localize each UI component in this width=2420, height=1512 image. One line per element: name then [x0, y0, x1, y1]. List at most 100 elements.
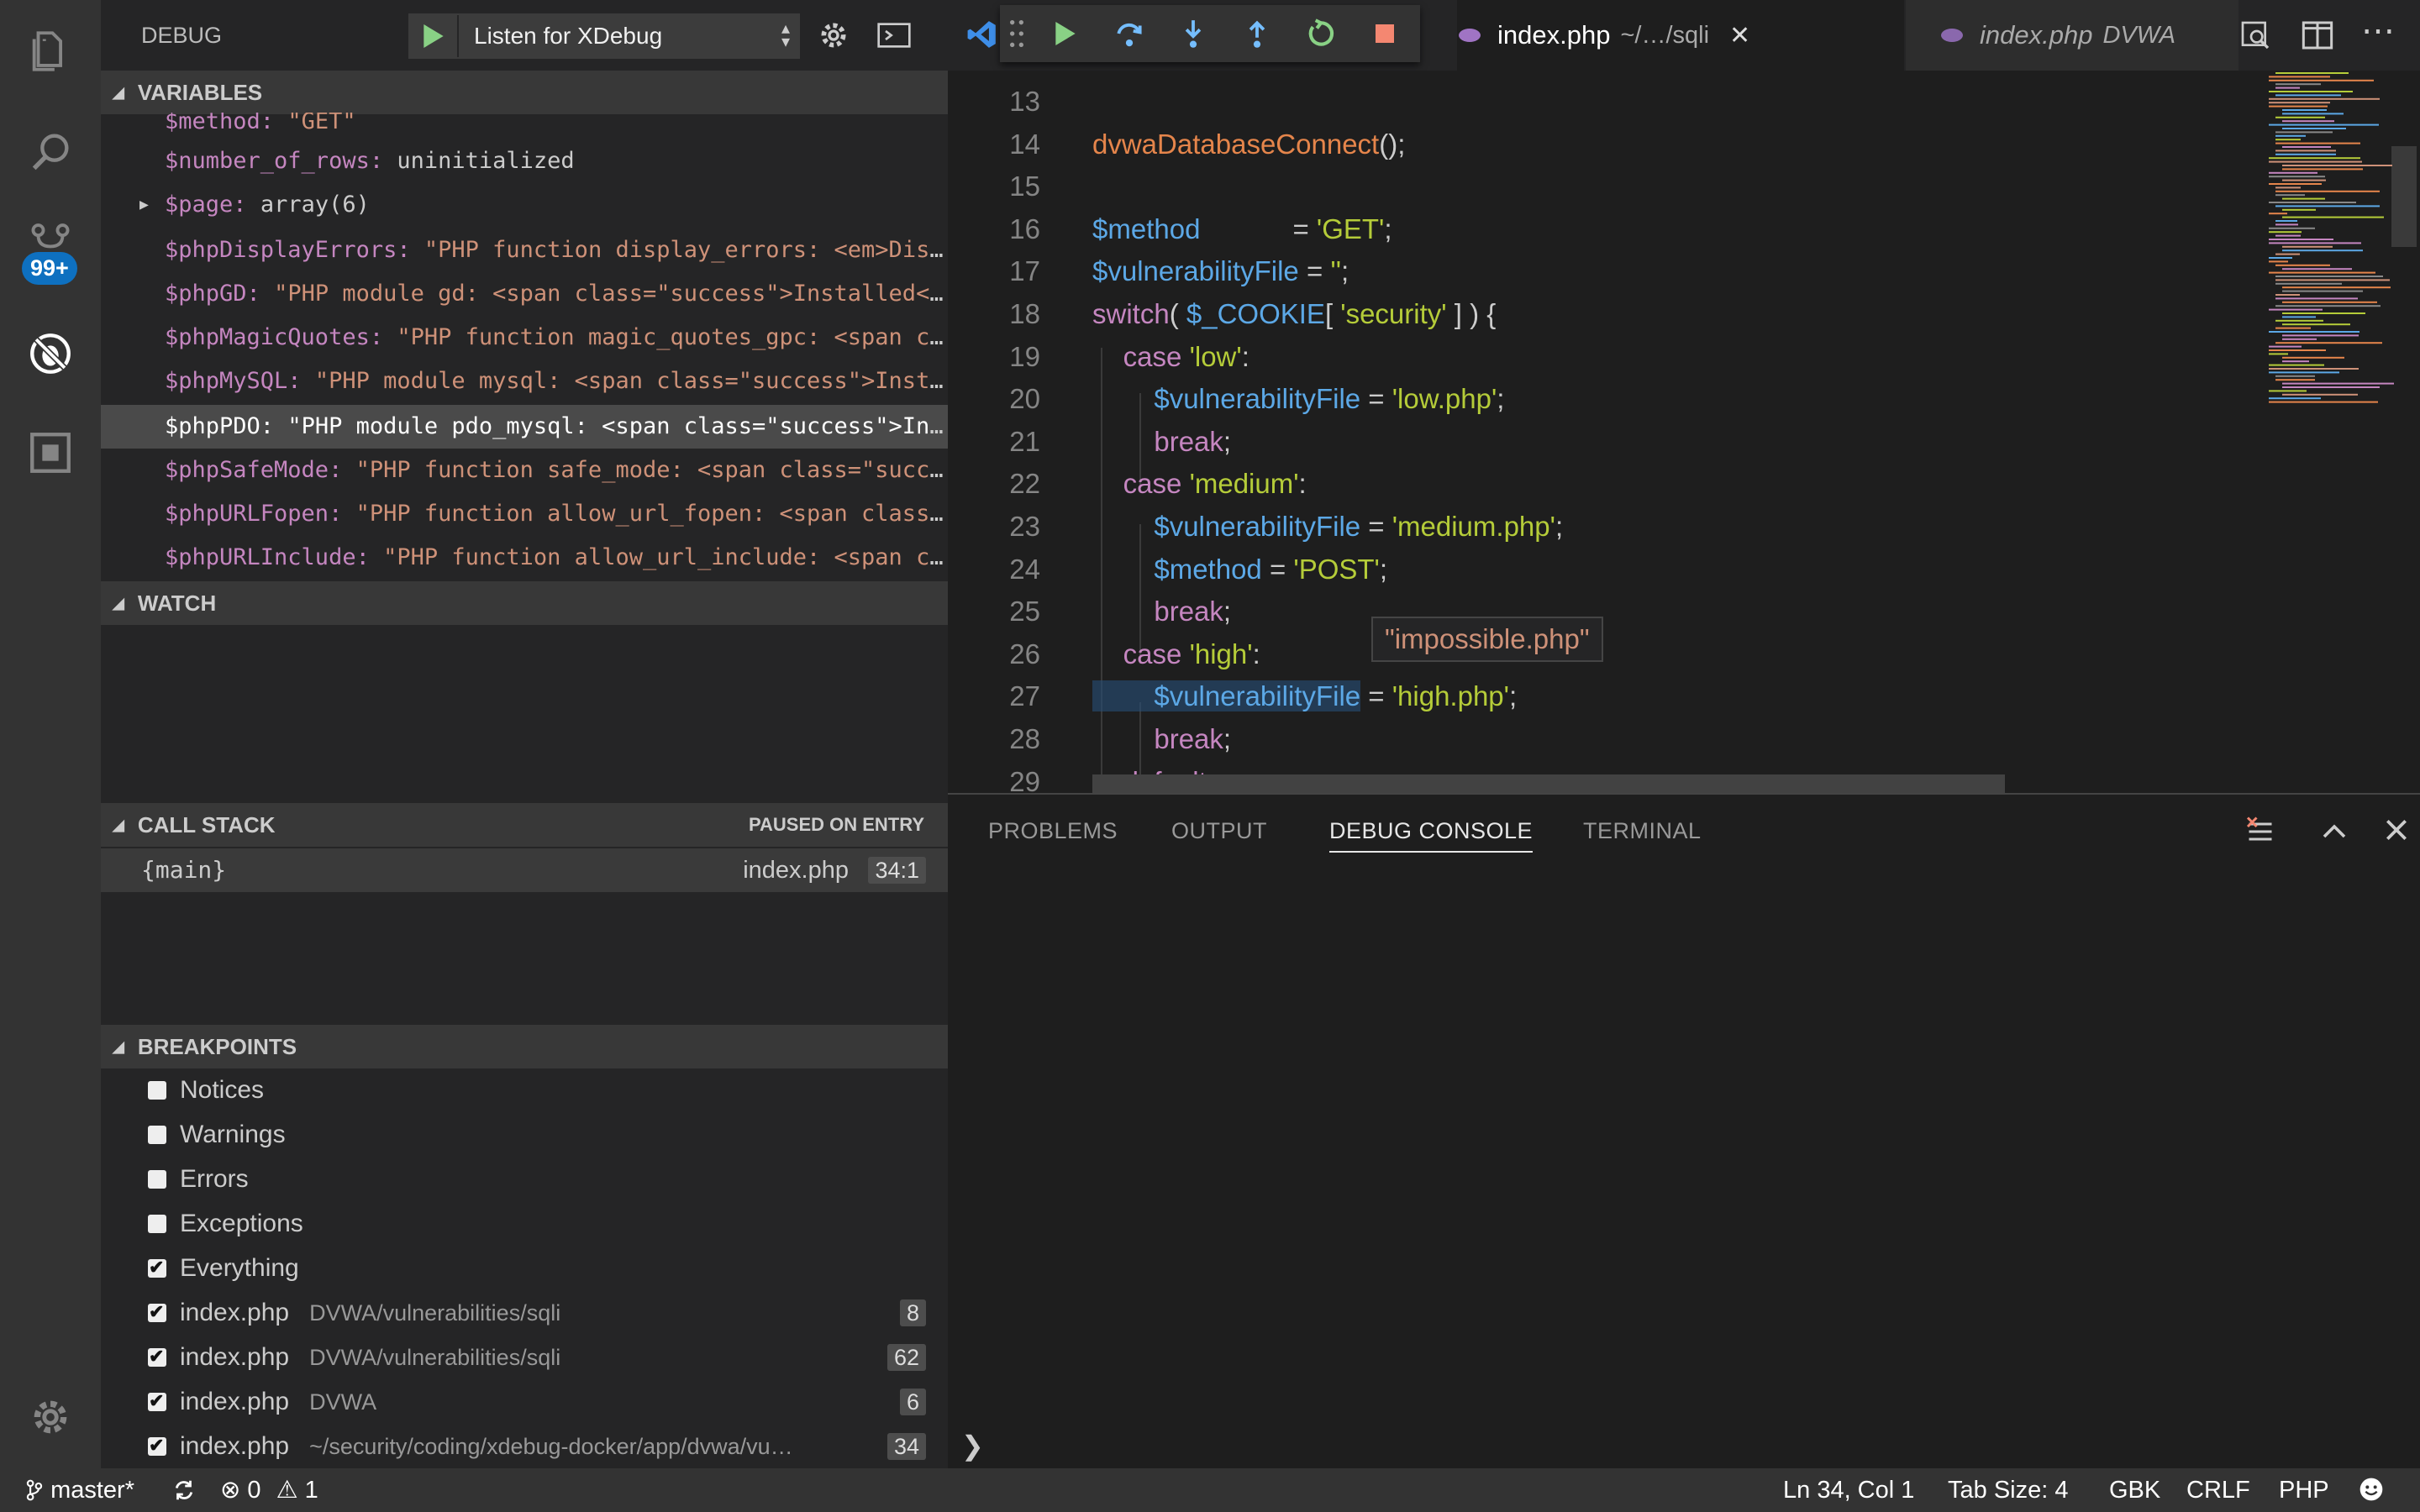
variable-row[interactable]: ▶ $page: array(6) — [101, 183, 948, 227]
variable-row[interactable]: $phpURLFopen: "PHP function allow_url_fo… — [101, 492, 948, 536]
breakpoint-item[interactable]: Everything — [101, 1246, 948, 1290]
step-over-icon[interactable] — [1097, 5, 1161, 62]
callstack-frame[interactable]: {main} index.php 34:1 — [101, 848, 948, 892]
close-panel-icon[interactable] — [2383, 816, 2410, 848]
stop-icon[interactable] — [1353, 5, 1417, 62]
breakpoints-section-header[interactable]: ◢ BREAKPOINTS — [101, 1025, 948, 1068]
expand-icon[interactable]: ▶ — [139, 183, 149, 227]
breakpoint-item[interactable]: Notices — [101, 1068, 948, 1112]
variable-value: "PHP function safe_mode: <span class="su… — [355, 457, 948, 483]
variable-row[interactable]: $phpMagicQuotes: "PHP function magic_quo… — [101, 316, 948, 360]
breakpoint-checkbox[interactable] — [148, 1126, 166, 1144]
breakpoint-item[interactable]: Warnings — [101, 1113, 948, 1157]
language-mode[interactable]: PHP — [2279, 1468, 2329, 1512]
tab-filename: index.php — [1497, 20, 1611, 50]
tab-output[interactable]: OUTPUT — [1171, 818, 1267, 844]
breakpoint-checkbox[interactable] — [148, 1170, 166, 1189]
variable-name: $phpPDO: — [165, 413, 275, 439]
minimap-line — [2275, 264, 2330, 266]
variable-row[interactable]: $phpGD: "PHP module gd: <span class="suc… — [101, 272, 948, 316]
breakpoint-checkbox[interactable] — [148, 1215, 166, 1233]
code-token: (); — [1379, 128, 1406, 160]
activity-bar: 99+ — [0, 0, 101, 1468]
breakpoint-checkbox[interactable] — [148, 1379, 166, 1423]
error-icon: ⊗ — [220, 1477, 241, 1504]
horizontal-scrollbar[interactable] — [1092, 774, 2005, 793]
minimap-line — [2269, 331, 2360, 333]
variable-row[interactable]: $method: "GET" — [101, 113, 948, 138]
step-out-icon[interactable] — [1225, 5, 1289, 62]
tab-index-sqli[interactable]: index.php ~/…/sqli ✕ — [1457, 0, 1904, 71]
maximize-panel-icon[interactable] — [2319, 816, 2349, 851]
debug-toolbar-header: DEBUG Listen for XDebug ▴ ▾ — [101, 0, 948, 71]
continue-icon[interactable] — [1034, 5, 1097, 62]
cursor-position[interactable]: Ln 34, Col 1 — [1783, 1468, 1914, 1512]
tab-size[interactable]: Tab Size: 4 — [1948, 1468, 2068, 1512]
minimap[interactable] — [2265, 71, 2420, 793]
line-number: 24 — [1009, 553, 1040, 585]
tab-problems[interactable]: PROBLEMS — [988, 818, 1118, 844]
code-token: 'medium' — [1189, 468, 1299, 500]
open-changes-icon[interactable] — [2238, 18, 2272, 56]
minimap-line — [2282, 382, 2394, 385]
problems-summary[interactable]: ⊗ 0 ⚠ 1 — [220, 1468, 318, 1512]
line-ending[interactable]: CRLF — [2186, 1468, 2250, 1512]
variable-name: $phpGD: — [165, 281, 260, 307]
start-debugging-icon[interactable] — [410, 15, 459, 57]
minimap-line — [2282, 316, 2316, 318]
breakpoint-item[interactable]: Exceptions — [101, 1202, 948, 1246]
variable-row[interactable]: $phpSafeMode: "PHP function safe_mode: <… — [101, 449, 948, 492]
step-into-icon[interactable] — [1161, 5, 1225, 62]
debug-settings-gear-icon[interactable] — [817, 18, 850, 56]
debug-icon[interactable] — [0, 307, 101, 400]
code-line: 19 case 'low': — [948, 336, 2267, 378]
variable-row[interactable]: $phpPDO: "PHP module pdo_mysql: <span cl… — [101, 405, 948, 449]
extensions-icon[interactable] — [0, 407, 101, 499]
search-icon[interactable] — [0, 106, 101, 198]
console-prompt-icon[interactable]: ❯ — [961, 1430, 984, 1462]
variable-row[interactable]: $number_of_rows: uninitialized — [101, 139, 948, 183]
breakpoint-item[interactable]: index.php DVWA/vulnerabilities/sqli 8 — [101, 1290, 948, 1335]
callstack-section-header[interactable]: ◢ CALL STACK PAUSED ON ENTRY — [101, 803, 948, 847]
variable-row[interactable]: $phpMySQL: "PHP module mysql: <span clas… — [101, 360, 948, 403]
debug-console-icon[interactable] — [877, 20, 911, 55]
variable-row[interactable]: $phpURLInclude: "PHP function allow_url_… — [101, 536, 948, 580]
paused-status: PAUSED ON ENTRY — [748, 814, 924, 835]
feedback-smiley-icon[interactable] — [2358, 1468, 2385, 1512]
encoding[interactable]: GBK — [2109, 1468, 2160, 1512]
watch-section-header[interactable]: ◢ WATCH — [101, 581, 948, 625]
minimap-line — [2275, 150, 2336, 152]
tab-debug-console[interactable]: DEBUG CONSOLE — [1329, 818, 1534, 853]
launch-config-select[interactable]: Listen for XDebug ▴ ▾ — [408, 13, 800, 59]
variable-row[interactable]: $phpDisplayErrors: "PHP function display… — [101, 228, 948, 272]
code-editor[interactable]: 13 14 dvwaDatabaseConnect(); 15 16 $method = … — [948, 71, 2267, 793]
more-actions-icon[interactable]: ⋯ — [2361, 12, 2395, 50]
breakpoint-label: Warnings — [180, 1121, 286, 1148]
files-icon[interactable] — [0, 5, 101, 97]
line-number: 29 — [1009, 765, 1040, 793]
breakpoint-checkbox[interactable] — [148, 1290, 166, 1334]
sync-icon[interactable] — [171, 1468, 197, 1512]
breakpoint-item[interactable]: index.php DVWA 6 — [101, 1379, 948, 1424]
breakpoint-item[interactable]: index.php DVWA/vulnerabilities/sqli 62 — [101, 1335, 948, 1379]
minimap-line — [2269, 260, 2288, 263]
breakpoint-checkbox[interactable] — [148, 1335, 166, 1378]
variable-value: "PHP function allow_url_include: <span c… — [383, 544, 948, 570]
breakpoint-checkbox[interactable] — [148, 1424, 166, 1467]
breakpoint-checkbox[interactable] — [148, 1246, 166, 1289]
restart-icon[interactable] — [1289, 5, 1353, 62]
branch-item[interactable]: master* — [25, 1468, 134, 1512]
drag-handle-icon[interactable] — [1000, 5, 1034, 62]
close-tab-icon[interactable]: ✕ — [1729, 21, 1750, 50]
variables-section-header[interactable]: ◢ VARIABLES — [101, 71, 948, 114]
breakpoint-item[interactable]: index.php ~/security/coding/xdebug-docker… — [101, 1424, 948, 1468]
split-editor-icon[interactable] — [2301, 18, 2334, 56]
breakpoint-item[interactable]: Errors — [101, 1158, 948, 1201]
tab-terminal[interactable]: TERMINAL — [1583, 818, 1702, 844]
minimap-line — [2269, 239, 2333, 240]
breakpoint-checkbox[interactable] — [148, 1081, 166, 1100]
clear-console-icon[interactable] — [2245, 816, 2275, 851]
tab-index-dvwa[interactable]: index.php DVWA — [1906, 0, 2238, 71]
code-line: 28 break; — [948, 718, 2267, 760]
gear-icon[interactable] — [0, 1371, 101, 1463]
